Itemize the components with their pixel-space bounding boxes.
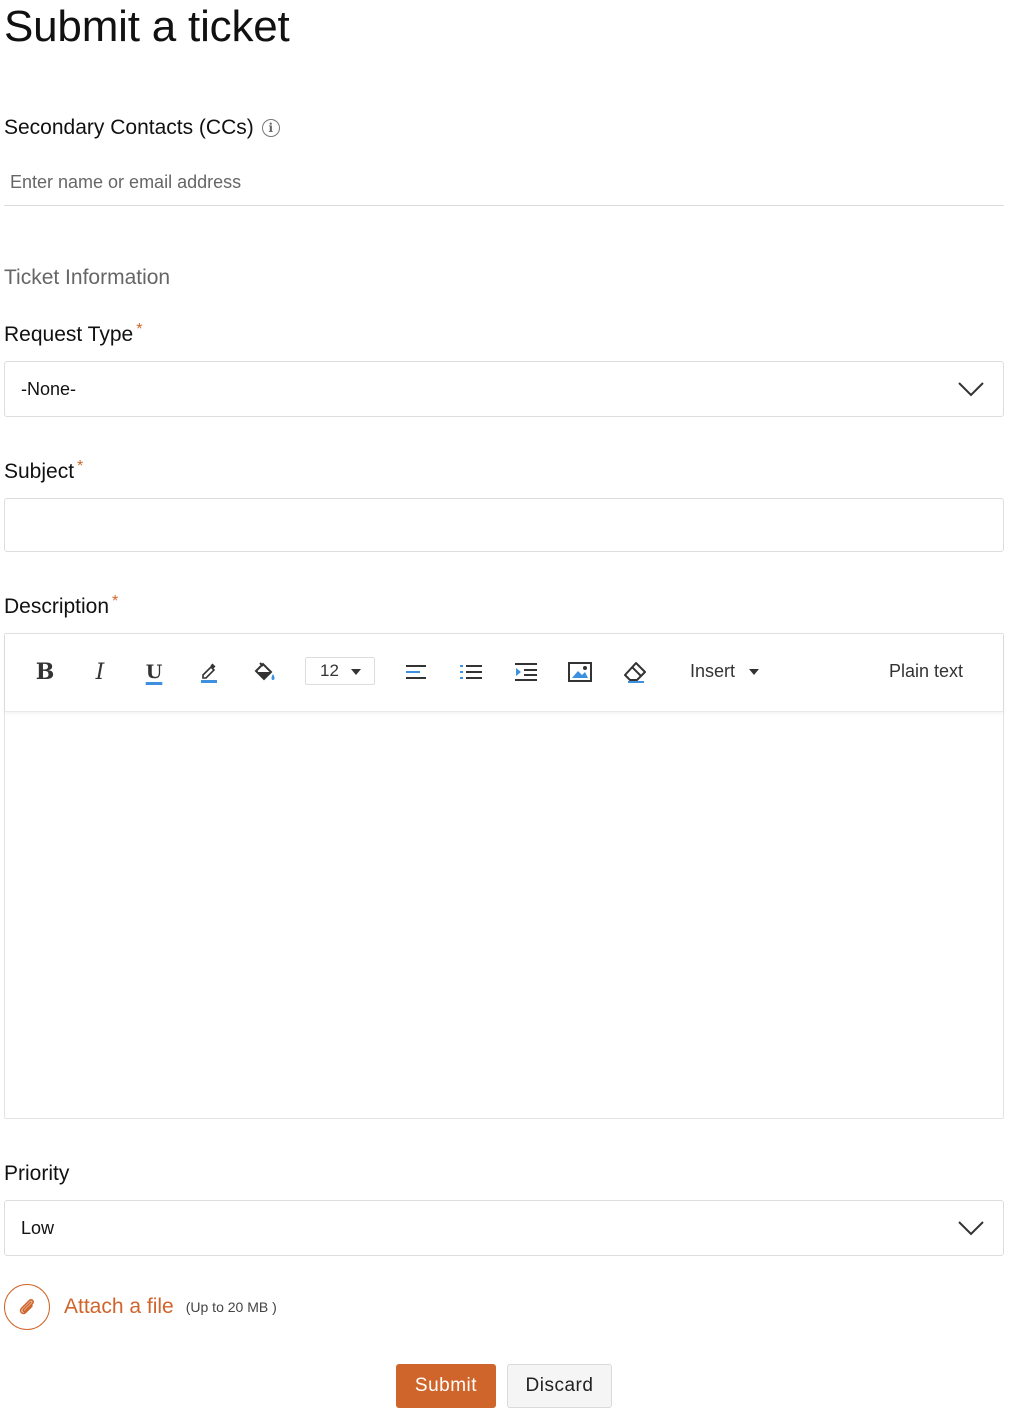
fill-color-icon [254,662,275,681]
attach-file-row: Attach a file (Up to 20 MB ) [4,1284,277,1330]
description-textarea[interactable] [5,712,1003,1118]
caret-down-icon [351,669,361,675]
info-icon[interactable]: i [261,119,280,137]
section-title-ticket-information: Ticket Information [4,266,171,289]
indent-icon [515,663,537,681]
cc-input[interactable] [4,160,1004,206]
font-size-select[interactable]: 12 [305,657,375,685]
eraser-icon [624,662,646,683]
discard-button[interactable]: Discard [507,1364,612,1408]
required-marker: * [77,458,84,475]
italic-icon: I [95,659,105,685]
page-title: Submit a ticket [4,2,290,51]
description-editor: B I U 12 Insert Plain text [4,633,1004,1119]
align-button[interactable] [400,656,432,688]
bullet-list-button[interactable] [455,656,487,688]
request-type-value: -None- [21,378,77,399]
priority-value: Low [21,1217,55,1238]
font-size-value: 12 [320,661,339,680]
caret-down-icon [749,668,760,675]
align-left-icon [406,665,426,679]
submit-button[interactable]: Submit [396,1364,496,1408]
attach-file-link[interactable]: Attach a file [64,1295,174,1319]
text-color-button[interactable] [193,656,225,688]
subject-label: Subject * [4,458,84,484]
required-marker: * [136,321,143,338]
priority-label: Priority [4,1162,70,1185]
request-type-label-text: Request Type [4,323,134,346]
chevron-down-icon [958,1221,984,1236]
plain-text-toggle[interactable]: Plain text [889,661,963,682]
insert-menu-button[interactable]: Insert [690,661,760,682]
subject-label-text: Subject [4,460,75,483]
fill-color-button[interactable] [248,656,280,688]
image-icon [568,662,592,682]
request-type-select[interactable]: -None- [4,361,1004,417]
priority-select[interactable]: Low [4,1200,1004,1256]
bold-icon: B [35,659,55,685]
chevron-down-icon [958,382,984,397]
description-label: Description * [4,593,119,619]
cc-label: Secondary Contacts (CCs) i [4,116,280,140]
clear-format-button[interactable] [619,656,651,688]
request-type-label: Request Type * [4,321,143,347]
subject-input[interactable] [4,498,1004,552]
attach-button[interactable] [4,1284,50,1330]
underline-icon: U [145,661,163,683]
paperclip-icon [19,1299,34,1315]
insert-label: Insert [690,661,736,681]
description-label-text: Description [4,595,110,618]
italic-button[interactable]: I [84,656,116,688]
editor-toolbar: B I U 12 Insert Plain text [5,634,1003,712]
indent-button[interactable] [510,656,542,688]
bold-button[interactable]: B [29,656,61,688]
insert-image-button[interactable] [564,656,596,688]
bullet-list-icon [460,665,482,679]
underline-button[interactable]: U [138,656,170,688]
attach-size-note: (Up to 20 MB ) [185,1299,277,1315]
cc-label-text: Secondary Contacts (CCs) [4,116,254,139]
required-marker: * [112,593,119,610]
text-color-icon [201,663,217,683]
